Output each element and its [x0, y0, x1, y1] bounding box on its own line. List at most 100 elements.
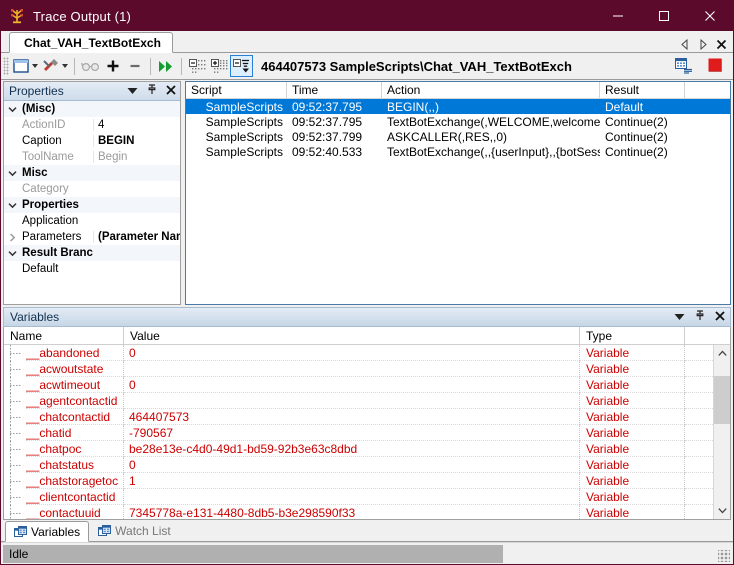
property-row[interactable]: Misc — [4, 165, 180, 181]
scroll-down-icon[interactable] — [714, 502, 730, 519]
property-value[interactable]: 4 — [93, 119, 180, 131]
trace-cell-time: 09:52:37.799 — [287, 130, 382, 144]
variable-cell-value: -790567 — [124, 425, 580, 441]
document-tab-chat-vah-textbotexch[interactable]: Chat_VAH_TextBotExch — [9, 32, 173, 53]
chevron-down-icon[interactable] — [4, 106, 20, 113]
run-button[interactable] — [155, 55, 177, 77]
trace-cell-time: 09:52:40.533 — [287, 145, 382, 159]
property-row[interactable]: ActionID4 — [4, 117, 180, 133]
variable-row[interactable]: __clientcontactidVariable — [4, 489, 713, 505]
close-button[interactable] — [687, 1, 733, 31]
properties-panel-header: Properties — [4, 82, 180, 101]
trace-row[interactable]: SampleScripts09:52:37.795TextBotExchange… — [186, 114, 730, 129]
variable-cell-value: 0 — [124, 377, 580, 393]
property-row[interactable]: Properties — [4, 197, 180, 213]
variable-cell-type: Variable — [580, 361, 685, 377]
variable-cell-name: __abandoned — [26, 345, 124, 361]
variables-close-icon[interactable] — [715, 310, 725, 324]
tree-connector-icon — [4, 457, 26, 473]
property-value[interactable]: Begin — [93, 151, 180, 163]
scrollbar-track[interactable] — [714, 362, 730, 502]
property-value[interactable]: BEGIN — [93, 135, 180, 147]
property-row[interactable]: (Misc) — [4, 101, 180, 117]
collapse-all-button[interactable] — [186, 55, 208, 77]
tab-next-icon[interactable] — [698, 39, 708, 50]
variables-header-type[interactable]: Type — [580, 327, 685, 344]
property-name: Properties — [20, 199, 93, 211]
bottom-tab-variables[interactable]: Variables — [5, 521, 89, 542]
property-row[interactable]: CaptionBEGIN — [4, 133, 180, 149]
tab-close-icon[interactable] — [716, 39, 727, 50]
trace-header-script[interactable]: Script — [186, 82, 287, 98]
variable-cell-value: 0 — [124, 457, 580, 473]
variable-cell-value: 464407573 — [124, 409, 580, 425]
variables-panel-header: Variables — [3, 307, 731, 327]
trace-row[interactable]: SampleScripts09:52:40.533TextBotExchange… — [186, 144, 730, 159]
tree-branch-icon — [8, 7, 26, 25]
property-row[interactable]: Parameters(Parameter Name — [4, 229, 180, 245]
property-row[interactable]: Result Branches — [4, 245, 180, 261]
variables-grid: Name Value Type __abandoned0Variable__ac… — [3, 327, 731, 520]
trace-cell-script: SampleScripts — [186, 130, 287, 144]
tree-connector-icon — [4, 361, 26, 377]
trace-cell-script: SampleScripts — [186, 100, 287, 114]
report-button[interactable] — [673, 55, 695, 77]
tree-connector-icon — [4, 409, 26, 425]
scroll-up-icon[interactable] — [714, 345, 730, 362]
property-value[interactable]: (Parameter Name — [93, 231, 180, 243]
minimize-button[interactable] — [595, 1, 641, 31]
expand-all-button[interactable] — [208, 55, 230, 77]
variable-row[interactable]: __agentcontactidVariable — [4, 393, 713, 409]
trace-header-action[interactable]: Action — [382, 82, 600, 98]
toolbar-grip[interactable] — [3, 57, 9, 75]
variables-header-value[interactable]: Value — [124, 327, 580, 344]
chevron-down-icon[interactable] — [4, 250, 20, 257]
variable-cell-name: __clientcontactid — [26, 489, 124, 505]
stop-button[interactable] — [705, 55, 727, 77]
bottom-tab-watch-list[interactable]: Watch List — [89, 520, 180, 541]
window-layout-button[interactable] — [11, 55, 40, 77]
trace-row[interactable]: SampleScripts09:52:37.799ASKCALLER(,RES,… — [186, 129, 730, 144]
toolbar-right-group — [673, 55, 727, 77]
variable-row[interactable]: __chatid-790567Variable — [4, 425, 713, 441]
variable-row[interactable]: __contactuuid7345778a-e131-4480-8db5-b3e… — [4, 505, 713, 520]
variables-vertical-scrollbar[interactable] — [713, 345, 730, 519]
variables-dock: Variables Name Value Type — [1, 305, 733, 520]
variable-row[interactable]: __chatpocbe28e13e-c4d0-49d1-bd59-92b3e63… — [4, 441, 713, 457]
chevron-down-icon[interactable] — [4, 170, 20, 177]
remove-button[interactable] — [124, 55, 146, 77]
add-button[interactable] — [102, 55, 124, 77]
trace-header-result[interactable]: Result — [600, 82, 685, 98]
variables-sort-icon[interactable] — [674, 310, 685, 324]
property-row[interactable]: ToolNameBegin — [4, 149, 180, 165]
property-row[interactable]: Application — [4, 213, 180, 229]
property-row[interactable]: Default — [4, 261, 180, 277]
variable-cell-type: Variable — [580, 457, 685, 473]
tab-prev-icon[interactable] — [680, 39, 690, 50]
property-row[interactable]: Category — [4, 181, 180, 197]
variables-header-name[interactable]: Name — [4, 327, 124, 344]
properties-sort-icon[interactable] — [127, 84, 138, 98]
properties-close-icon[interactable] — [166, 84, 176, 98]
variable-row[interactable]: __chatstatus0Variable — [4, 457, 713, 473]
properties-pin-icon[interactable] — [147, 84, 157, 98]
trace-cell-result: Continue(2) — [600, 115, 685, 129]
variable-row[interactable]: __abandoned0Variable — [4, 345, 713, 361]
trace-header-time[interactable]: Time — [287, 82, 382, 98]
maximize-button[interactable] — [641, 1, 687, 31]
chevron-right-icon[interactable] — [4, 233, 20, 242]
resize-grip-icon[interactable] — [718, 550, 730, 562]
auto-scroll-button[interactable] — [230, 55, 253, 77]
trace-row[interactable]: SampleScripts09:52:37.795BEGIN(,,)Defaul… — [186, 99, 730, 114]
scrollbar-thumb[interactable] — [714, 376, 730, 424]
variable-row[interactable]: __acwoutstateVariable — [4, 361, 713, 377]
trace-list-panel: Script Time Action Result SampleScripts0… — [185, 81, 731, 305]
chevron-down-icon[interactable] — [4, 202, 20, 209]
variables-pin-icon[interactable] — [695, 310, 705, 324]
variable-row[interactable]: __chatstoragetoc1Variable — [4, 473, 713, 489]
tools-button[interactable] — [40, 55, 70, 77]
tree-connector-icon — [4, 425, 26, 441]
watch-glasses-icon[interactable] — [79, 55, 102, 77]
variable-row[interactable]: __acwtimeout0Variable — [4, 377, 713, 393]
variable-row[interactable]: __chatcontactid464407573Variable — [4, 409, 713, 425]
